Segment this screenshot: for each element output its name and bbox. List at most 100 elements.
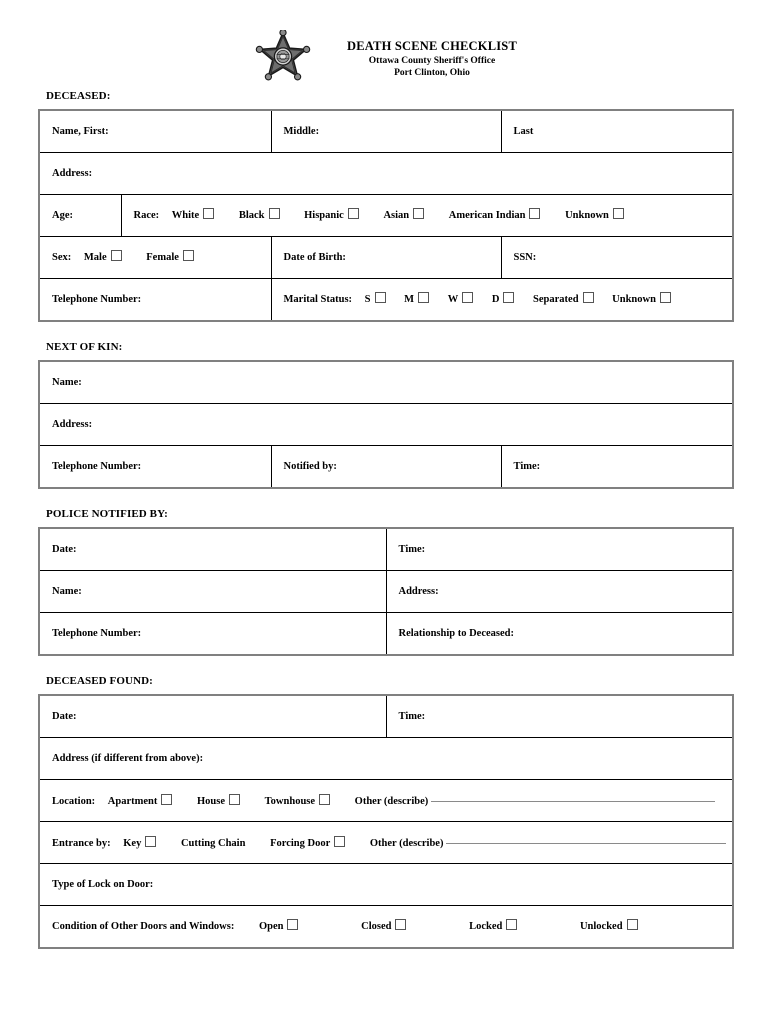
field-found-lock-type[interactable]: Type of Lock on Door:	[38, 863, 734, 906]
marital-option-separated[interactable]: Separated	[533, 292, 594, 307]
checkbox-icon[interactable]	[413, 208, 425, 220]
table-row: Name:	[38, 360, 734, 404]
sheriff-star-badge-icon	[253, 30, 313, 82]
field-race[interactable]: Race: White Black Hispanic Asian America…	[120, 194, 734, 237]
field-name-first[interactable]: Name, First:	[38, 109, 272, 153]
checkbox-icon[interactable]	[161, 794, 173, 806]
field-kin-time[interactable]: Time:	[500, 445, 734, 489]
entrance-label: Entrance by:	[52, 838, 111, 850]
checkbox-icon[interactable]	[503, 292, 515, 304]
checkbox-icon[interactable]	[506, 919, 518, 931]
checkbox-icon[interactable]	[418, 292, 430, 304]
checkbox-icon[interactable]	[145, 836, 157, 848]
checkbox-icon[interactable]	[287, 919, 299, 931]
table-row: Address (if different from above):	[38, 737, 734, 780]
checkbox-icon[interactable]	[626, 919, 638, 931]
condition-option-locked[interactable]: Locked	[469, 919, 518, 934]
marital-option-m[interactable]: M	[404, 292, 430, 307]
race-option-black[interactable]: Black	[239, 208, 280, 223]
field-kin-address[interactable]: Address:	[38, 403, 734, 446]
police-notified-by-table: Date: Time: Name: Address: Telephone Num…	[38, 527, 734, 656]
field-ssn[interactable]: SSN:	[500, 236, 734, 279]
field-found-condition[interactable]: Condition of Other Doors and Windows: Op…	[38, 905, 734, 949]
checkbox-icon[interactable]	[529, 208, 541, 220]
sex-option-female[interactable]: Female	[146, 250, 194, 265]
table-row: Name: Address:	[38, 570, 734, 613]
entrance-other-input-line[interactable]	[446, 834, 727, 845]
condition-option-open[interactable]: Open	[259, 919, 299, 934]
checkbox-icon[interactable]	[268, 208, 280, 220]
marital-option-unknown[interactable]: Unknown	[612, 292, 671, 307]
field-kin-telephone[interactable]: Telephone Number:	[38, 445, 272, 489]
checkbox-icon[interactable]	[203, 208, 215, 220]
checkbox-icon[interactable]	[374, 292, 386, 304]
checkbox-icon[interactable]	[334, 836, 346, 848]
location-option-apartment[interactable]: Apartment	[108, 794, 173, 809]
field-found-time[interactable]: Time:	[385, 694, 734, 738]
field-sex[interactable]: Sex: Male Female	[38, 236, 272, 279]
sex-option-male[interactable]: Male	[84, 250, 122, 265]
checkbox-icon[interactable]	[110, 250, 122, 262]
field-name-last[interactable]: Last	[500, 109, 734, 153]
field-police-name[interactable]: Name:	[38, 570, 387, 613]
race-option-american-indian[interactable]: American Indian	[449, 208, 541, 223]
race-option-unknown[interactable]: Unknown	[565, 208, 624, 223]
deceased-section: DECEASED: Name, First: Middle: Last Addr…	[38, 90, 734, 322]
entrance-option-cutting-chain[interactable]: Cutting Chain	[181, 837, 245, 851]
next-of-kin-section-label: NEXT OF KIN:	[46, 341, 123, 353]
condition-option-unlocked[interactable]: Unlocked	[580, 919, 638, 934]
checkbox-icon[interactable]	[347, 208, 359, 220]
deceased-found-table: Date: Time: Address (if different from a…	[38, 694, 734, 949]
field-address[interactable]: Address:	[38, 152, 734, 195]
field-date-of-birth[interactable]: Date of Birth:	[270, 236, 502, 279]
race-option-white[interactable]: White	[172, 208, 215, 223]
checkbox-icon[interactable]	[395, 919, 407, 931]
deceased-found-section-label: DECEASED FOUND:	[46, 675, 153, 687]
next-of-kin-section: NEXT OF KIN: Name: Address: Telephone Nu…	[38, 341, 735, 489]
field-police-time[interactable]: Time:	[385, 527, 734, 571]
field-police-telephone[interactable]: Telephone Number:	[38, 612, 387, 656]
field-police-address[interactable]: Address:	[385, 570, 734, 613]
location-other-input-line[interactable]	[430, 792, 715, 803]
location-other-label: Other (describe)	[354, 796, 429, 808]
location-option-house[interactable]: House	[197, 794, 241, 809]
checkbox-icon[interactable]	[319, 794, 331, 806]
marital-option-s[interactable]: S	[365, 292, 386, 307]
checkbox-icon[interactable]	[612, 208, 624, 220]
checkbox-icon[interactable]	[659, 292, 671, 304]
field-marital-status[interactable]: Marital Status: S M W D Separated Unknow…	[270, 278, 734, 322]
checkbox-icon[interactable]	[182, 250, 194, 262]
header-office: Ottawa County Sheriff's Office	[368, 55, 496, 66]
condition-option-closed[interactable]: Closed	[361, 919, 407, 934]
location-option-townhouse[interactable]: Townhouse	[265, 794, 331, 809]
table-row: Sex: Male Female Date of Birth: SSN:	[38, 236, 734, 279]
entrance-option-key[interactable]: Key	[123, 836, 157, 851]
checkbox-icon[interactable]	[462, 292, 474, 304]
entrance-option-forcing-door[interactable]: Forcing Door	[270, 836, 346, 851]
checkbox-icon[interactable]	[582, 292, 594, 304]
field-found-entrance[interactable]: Entrance by: Key Cutting Chain Forcing D…	[38, 821, 734, 864]
table-row: Age: Race: White Black Hispanic Asian Am…	[38, 194, 734, 237]
field-name-middle[interactable]: Middle:	[270, 109, 502, 153]
race-option-asian[interactable]: Asian	[383, 208, 425, 223]
marital-option-w[interactable]: W	[448, 292, 474, 307]
checkbox-icon[interactable]	[229, 794, 241, 806]
race-option-hispanic[interactable]: Hispanic	[304, 208, 359, 223]
field-found-location[interactable]: Location: Apartment House Townhouse Othe…	[38, 779, 734, 822]
field-police-date[interactable]: Date:	[38, 527, 387, 571]
table-row: Entrance by: Key Cutting Chain Forcing D…	[38, 821, 734, 864]
police-notified-by-section: POLICE NOTIFIED BY: Date: Time: Name: Ad…	[38, 508, 734, 656]
document-header: DEATH SCENE CHECKLIST Ottawa County Sher…	[38, 0, 732, 90]
deceased-found-section: DECEASED FOUND: Date: Time: Address (if …	[38, 675, 734, 949]
field-found-address[interactable]: Address (if different from above):	[38, 737, 734, 780]
field-age[interactable]: Age:	[38, 194, 122, 237]
field-telephone[interactable]: Telephone Number:	[38, 278, 272, 322]
field-kin-name[interactable]: Name:	[38, 360, 734, 404]
table-row: Date: Time:	[38, 694, 734, 738]
header-titles: DEATH SCENE CHECKLIST Ottawa County Sher…	[347, 32, 517, 80]
marital-option-d[interactable]: D	[492, 292, 515, 307]
field-found-date[interactable]: Date:	[38, 694, 387, 738]
field-police-relationship[interactable]: Relationship to Deceased:	[385, 612, 734, 656]
field-kin-notified-by[interactable]: Notified by:	[270, 445, 502, 489]
condition-label: Condition of Other Doors and Windows:	[52, 921, 235, 933]
